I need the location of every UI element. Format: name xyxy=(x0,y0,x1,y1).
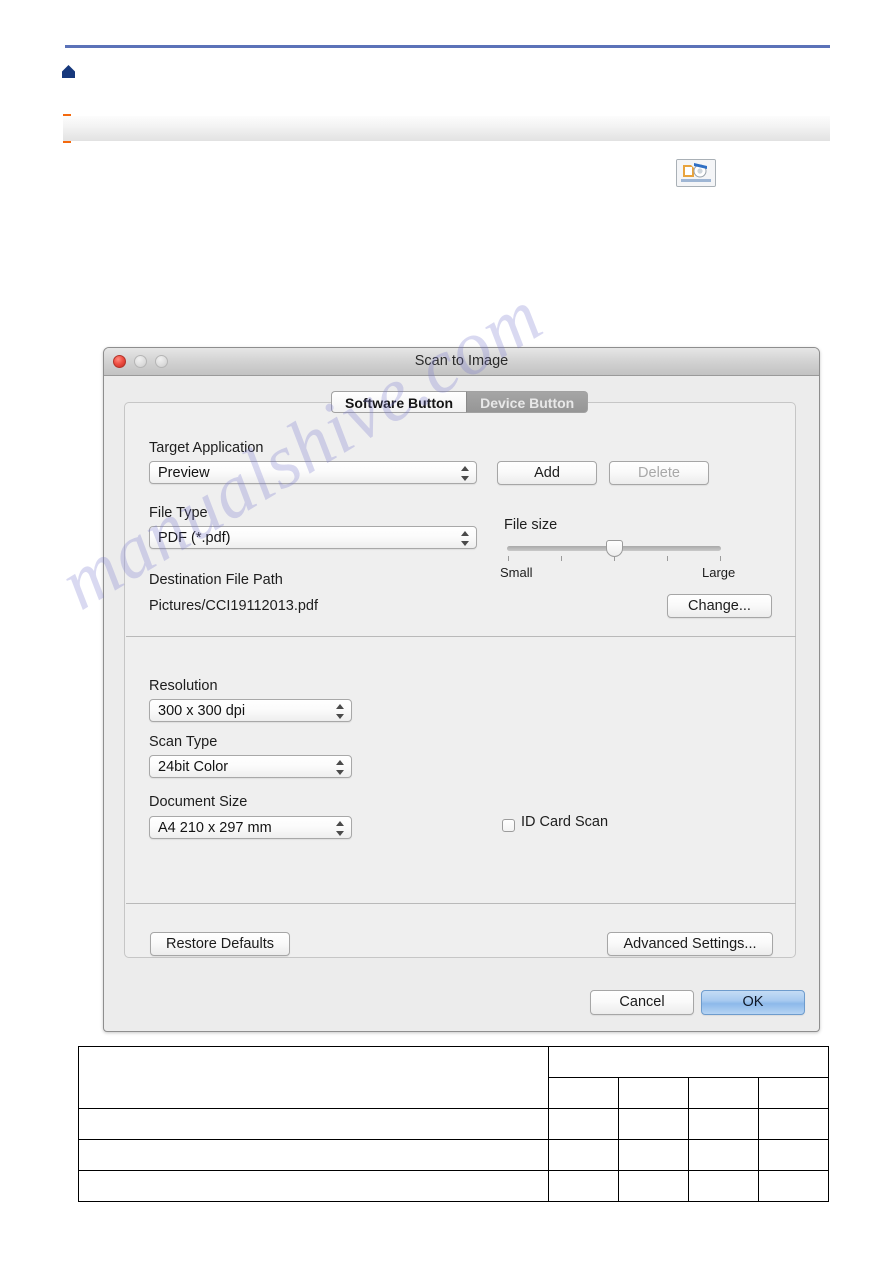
minimize-window-button xyxy=(134,355,147,368)
advanced-settings-button[interactable]: Advanced Settings... xyxy=(607,932,773,956)
scan-app-icon xyxy=(676,159,716,187)
file-type-select[interactable]: PDF (*.pdf) xyxy=(149,526,477,549)
resolution-value: 300 x 300 dpi xyxy=(158,703,246,719)
resolution-select[interactable]: 300 x 300 dpi xyxy=(149,699,352,722)
reference-table xyxy=(78,1046,829,1202)
window-controls xyxy=(113,355,168,368)
delete-application-button: Delete xyxy=(609,461,709,485)
table-cell xyxy=(758,1108,829,1140)
change-destination-button[interactable]: Change... xyxy=(667,594,772,618)
table-cell xyxy=(78,1139,549,1171)
scan-type-label: Scan Type xyxy=(149,734,218,750)
table-cell xyxy=(618,1108,689,1140)
dialog-title: Scan to Image xyxy=(414,353,509,369)
table-cell xyxy=(548,1077,619,1109)
home-icon[interactable] xyxy=(61,64,76,79)
table-cell xyxy=(548,1139,619,1171)
table-row xyxy=(78,1046,829,1109)
table-row xyxy=(78,1139,829,1171)
table-row xyxy=(78,1170,829,1202)
destination-path-label: Destination File Path xyxy=(149,572,283,588)
slider-tick xyxy=(667,556,668,561)
dialog-body: Software Button Device Button Target App… xyxy=(104,376,819,1032)
tab-software-button[interactable]: Software Button xyxy=(331,391,467,413)
file-size-slider-thumb[interactable] xyxy=(606,540,623,557)
chevron-updown-icon xyxy=(336,821,344,836)
scan-type-select[interactable]: 24bit Color xyxy=(149,755,352,778)
dialog-titlebar: Scan to Image xyxy=(104,348,819,376)
chevron-updown-icon xyxy=(461,466,469,481)
table-cell xyxy=(688,1139,759,1171)
slider-tick xyxy=(508,556,509,561)
document-size-select[interactable]: A4 210 x 297 mm xyxy=(149,816,352,839)
resolution-label: Resolution xyxy=(149,678,218,694)
settings-groupbox xyxy=(124,402,796,958)
add-application-button[interactable]: Add xyxy=(497,461,597,485)
table-cell xyxy=(548,1046,829,1078)
table-cell xyxy=(548,1170,619,1202)
table-cell xyxy=(618,1077,689,1109)
destination-path-value: Pictures/CCI19112013.pdf xyxy=(149,598,319,614)
table-cell xyxy=(758,1170,829,1202)
table-cell xyxy=(758,1077,829,1109)
target-application-label: Target Application xyxy=(149,440,264,456)
chevron-updown-icon xyxy=(461,531,469,546)
table-cell xyxy=(618,1139,689,1171)
chevron-updown-icon xyxy=(336,760,344,775)
slider-tick xyxy=(561,556,562,561)
file-size-label: File size xyxy=(504,517,558,533)
table-cell xyxy=(618,1170,689,1202)
ok-button[interactable]: OK xyxy=(701,990,805,1015)
header-divider xyxy=(65,45,830,48)
target-application-value: Preview xyxy=(158,465,210,481)
chevron-updown-icon xyxy=(336,704,344,719)
tab-device-button[interactable]: Device Button xyxy=(466,391,589,413)
table-row xyxy=(78,1108,829,1140)
id-card-scan-checkbox[interactable] xyxy=(502,819,515,832)
table-cell xyxy=(688,1077,759,1109)
cancel-button[interactable]: Cancel xyxy=(590,990,694,1015)
document-size-label: Document Size xyxy=(149,794,248,810)
file-size-min-label: Small xyxy=(500,565,533,580)
zoom-window-button xyxy=(155,355,168,368)
file-type-label: File Type xyxy=(149,505,208,521)
slider-tick xyxy=(720,556,721,561)
file-type-value: PDF (*.pdf) xyxy=(158,530,231,546)
table-cell xyxy=(78,1108,549,1140)
close-window-button[interactable] xyxy=(113,355,126,368)
document-size-value: A4 210 x 297 mm xyxy=(158,820,272,836)
section-banner xyxy=(63,116,830,141)
tab-bar: Software Button Device Button xyxy=(331,391,589,413)
table-cell xyxy=(688,1108,759,1140)
table-cell xyxy=(688,1170,759,1202)
groupbox-divider-lower xyxy=(126,903,796,904)
table-cell xyxy=(78,1170,549,1202)
table-cell xyxy=(78,1046,549,1109)
target-application-select[interactable]: Preview xyxy=(149,461,477,484)
groupbox-divider-upper xyxy=(126,636,796,637)
id-card-scan-label: ID Card Scan xyxy=(521,814,609,830)
table-cell xyxy=(758,1139,829,1171)
scan-to-image-dialog: Scan to Image Software Button Device But… xyxy=(103,347,820,1032)
file-size-max-label: Large xyxy=(702,565,736,580)
scan-type-value: 24bit Color xyxy=(158,759,229,775)
restore-defaults-button[interactable]: Restore Defaults xyxy=(150,932,290,956)
table-cell xyxy=(548,1108,619,1140)
